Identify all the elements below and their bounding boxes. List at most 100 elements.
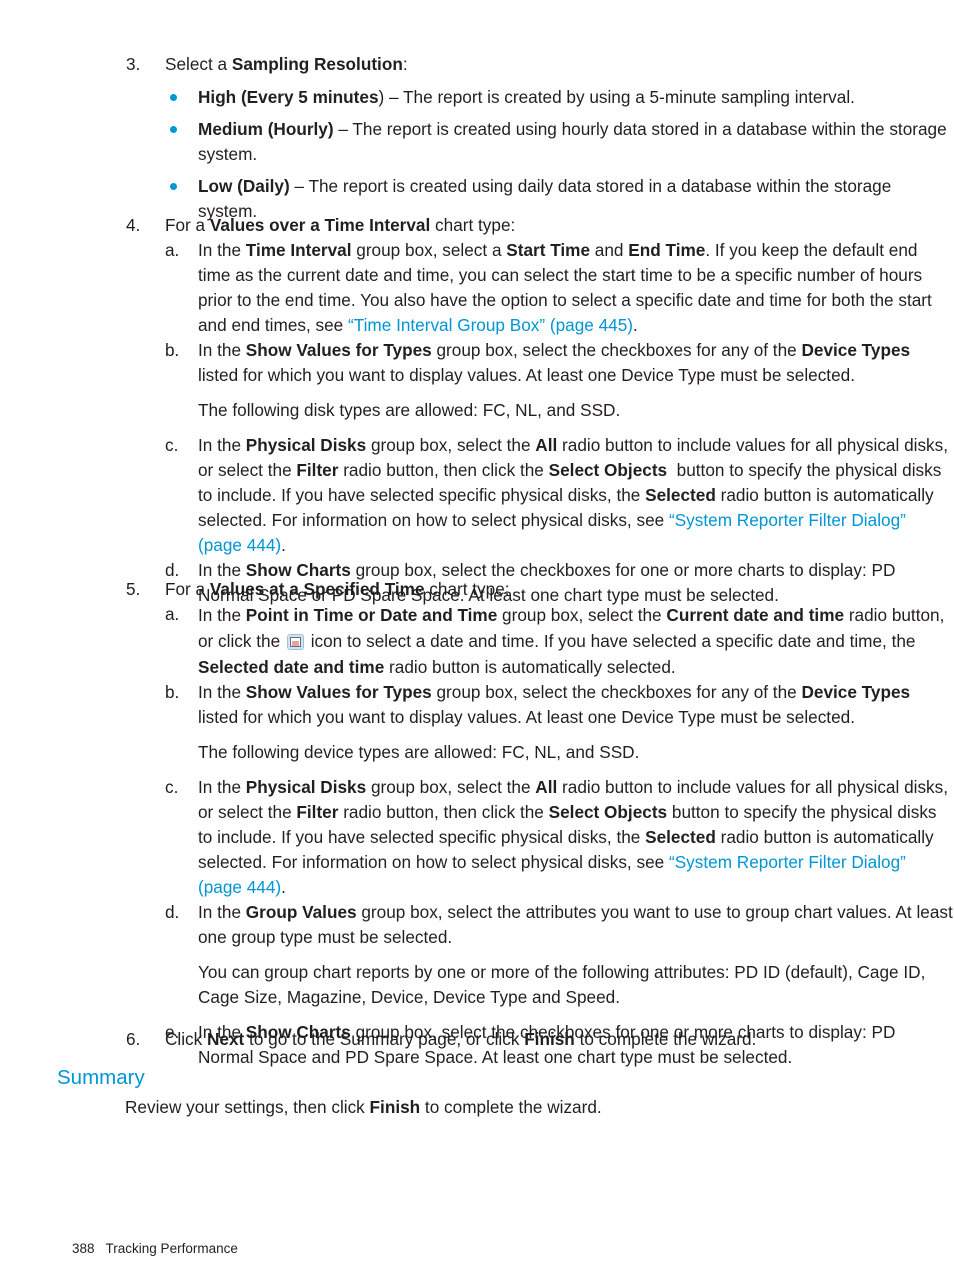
section-heading-summary: Summary <box>57 1066 145 1089</box>
step-5d-b1: Group Values <box>245 902 357 922</box>
step-4b-t2: group box, select the checkboxes for any… <box>431 340 802 360</box>
step-5a: a. In the Point in Time or Date and Time… <box>165 602 954 680</box>
step-5b-b1: Show Values for Types <box>245 682 432 702</box>
step-4c-b2: All <box>535 435 558 455</box>
step-6-t3: to complete the wizard. <box>574 1029 757 1049</box>
summary-finish-label: Finish <box>369 1097 421 1117</box>
step-5a-b1: Point in Time or Date and Time <box>245 605 498 625</box>
step-4c-b1: Physical Disks <box>245 435 367 455</box>
step-5-number: 5. <box>126 579 141 599</box>
bullet-high-label: High (Every 5 minutes <box>198 87 379 107</box>
step-5-bold: Values at a Specified Time <box>209 579 425 599</box>
bullet-dot-icon <box>170 126 177 133</box>
sampling-resolution-bullets: High (Every 5 minutes) – The report is c… <box>165 85 954 224</box>
step-4c-marker: c. <box>165 435 179 455</box>
step-5b-t3: listed for which you want to display val… <box>198 707 855 727</box>
step-5a-b2: Current date and time <box>666 605 845 625</box>
bullet-medium-label: Medium (Hourly) <box>198 119 334 139</box>
step-5d-note: You can group chart reports by one or mo… <box>198 962 926 1007</box>
step-5b: b. In the Show Values for Types group bo… <box>165 680 954 730</box>
bullet-low-label: Low (Daily) <box>198 176 290 196</box>
step-5b-marker: b. <box>165 682 180 702</box>
step-5b-t2: group box, select the checkboxes for any… <box>431 682 802 702</box>
step-4-text-after: chart type: <box>430 215 516 235</box>
step-4-subitems: a. In the Time Interval group box, selec… <box>165 238 954 608</box>
calendar-date-picker-icon[interactable] <box>286 634 304 650</box>
step-4c-b4: Select Objects <box>548 460 668 480</box>
step-5a-t2: group box, select the <box>497 605 667 625</box>
step-4a-t2: group box, select a <box>351 240 507 260</box>
step-4b-note: The following disk types are allowed: FC… <box>198 400 621 420</box>
step-4c-t1: In the <box>198 435 246 455</box>
step-3-text: Select a Sampling Resolution: <box>165 54 408 74</box>
step-5d-t1: In the <box>198 902 246 922</box>
bullet-item-high: High (Every 5 minutes) – The report is c… <box>165 85 954 110</box>
step-6-finish-label: Finish <box>524 1029 575 1049</box>
step-3-text-after: : <box>402 54 408 74</box>
summary-t2: to complete the wizard. <box>420 1097 602 1117</box>
step-5c-t4: radio button, then click the <box>338 802 549 822</box>
bullet-high-desc: ) – The report is created by using a 5-m… <box>378 87 855 107</box>
step-4c-t7: . <box>281 535 286 555</box>
step-4c-b5: Selected <box>645 485 716 505</box>
step-4-text: For a Values over a Time Interval chart … <box>165 215 515 235</box>
step-6-next-label: Next <box>207 1029 245 1049</box>
step-4a-b2: Start Time <box>506 240 591 260</box>
step-5a-b3: Selected date and time <box>198 657 385 677</box>
document-page: 3. Select a Sampling Resolution: High (E… <box>0 0 954 1271</box>
step-6-number: 6. <box>126 1029 141 1049</box>
step-4-lead: 4. For a Values over a Time Interval cha… <box>0 213 954 238</box>
step-5c-t2: group box, select the <box>366 777 536 797</box>
step-4c-t4: radio button, then click the <box>338 460 549 480</box>
page-footer: 388 Tracking Performance <box>57 1222 238 1276</box>
footer-page-number: 388 <box>72 1241 95 1256</box>
step-3-bold: Sampling Resolution <box>231 54 403 74</box>
step-4c: c. In the Physical Disks group box, sele… <box>165 433 954 558</box>
step-5-text: For a Values at a Specified Time chart t… <box>165 579 510 599</box>
step-5: 5. For a Values at a Specified Time char… <box>0 577 954 1070</box>
step-4c-b3: Filter <box>296 460 339 480</box>
step-4a-b3: End Time <box>628 240 706 260</box>
bullet-dot-icon <box>170 183 177 190</box>
step-4: 4. For a Values over a Time Interval cha… <box>0 213 954 608</box>
step-6-lead: 6. Click Next to go to the Summary page,… <box>0 1027 954 1052</box>
step-4a-t1: In the <box>198 240 246 260</box>
step-5c-t1: In the <box>198 777 246 797</box>
step-4a-b1: Time Interval <box>245 240 352 260</box>
step-4a-t3: and <box>590 240 629 260</box>
step-4b-t3: listed for which you want to display val… <box>198 365 855 385</box>
step-5c-t7: . <box>281 877 286 897</box>
step-5-lead: 5. For a Values at a Specified Time char… <box>0 577 954 602</box>
step-4-text-before: For a <box>165 215 210 235</box>
step-5b-b2: Device Types <box>801 682 911 702</box>
step-6-t2: to go to the Summary page, or click <box>244 1029 525 1049</box>
step-4-bold: Values over a Time Interval <box>209 215 431 235</box>
step-5c-b2: All <box>535 777 558 797</box>
step-5b-t1: In the <box>198 682 246 702</box>
summary-paragraph: Review your settings, then click Finish … <box>125 1095 602 1120</box>
step-5d-marker: d. <box>165 902 180 922</box>
step-6-text: Click Next to go to the Summary page, or… <box>165 1029 756 1049</box>
step-5b-note: The following device types are allowed: … <box>198 742 640 762</box>
footer-chapter-title: Tracking Performance <box>105 1241 238 1256</box>
step-3: 3. Select a Sampling Resolution: High (E… <box>0 52 954 224</box>
step-5c: c. In the Physical Disks group box, sele… <box>165 775 954 900</box>
step-5-text-after: chart type: <box>424 579 510 599</box>
step-3-number: 3. <box>126 54 141 74</box>
step-5c-b1: Physical Disks <box>245 777 367 797</box>
step-6-t1: Click <box>165 1029 208 1049</box>
step-5c-b4: Select Objects <box>548 802 668 822</box>
step-4b-t1: In the <box>198 340 246 360</box>
step-5a-marker: a. <box>165 604 180 624</box>
step-5a-t4: icon to select a date and time. If you h… <box>305 631 916 651</box>
step-4b: b. In the Show Values for Types group bo… <box>165 338 954 388</box>
step-5-subitems: a. In the Point in Time or Date and Time… <box>165 602 954 1070</box>
step-5c-marker: c. <box>165 777 179 797</box>
step-4a: a. In the Time Interval group box, selec… <box>165 238 954 338</box>
step-5a-t5: radio button is automatically selected. <box>384 657 676 677</box>
step-5d: d. In the Group Values group box, select… <box>165 900 954 950</box>
step-5-text-before: For a <box>165 579 210 599</box>
link-time-interval-group-box[interactable]: “Time Interval Group Box” (page 445) <box>348 315 633 335</box>
step-5c-b5: Selected <box>645 827 716 847</box>
bullet-item-medium: Medium (Hourly) – The report is created … <box>165 117 954 167</box>
